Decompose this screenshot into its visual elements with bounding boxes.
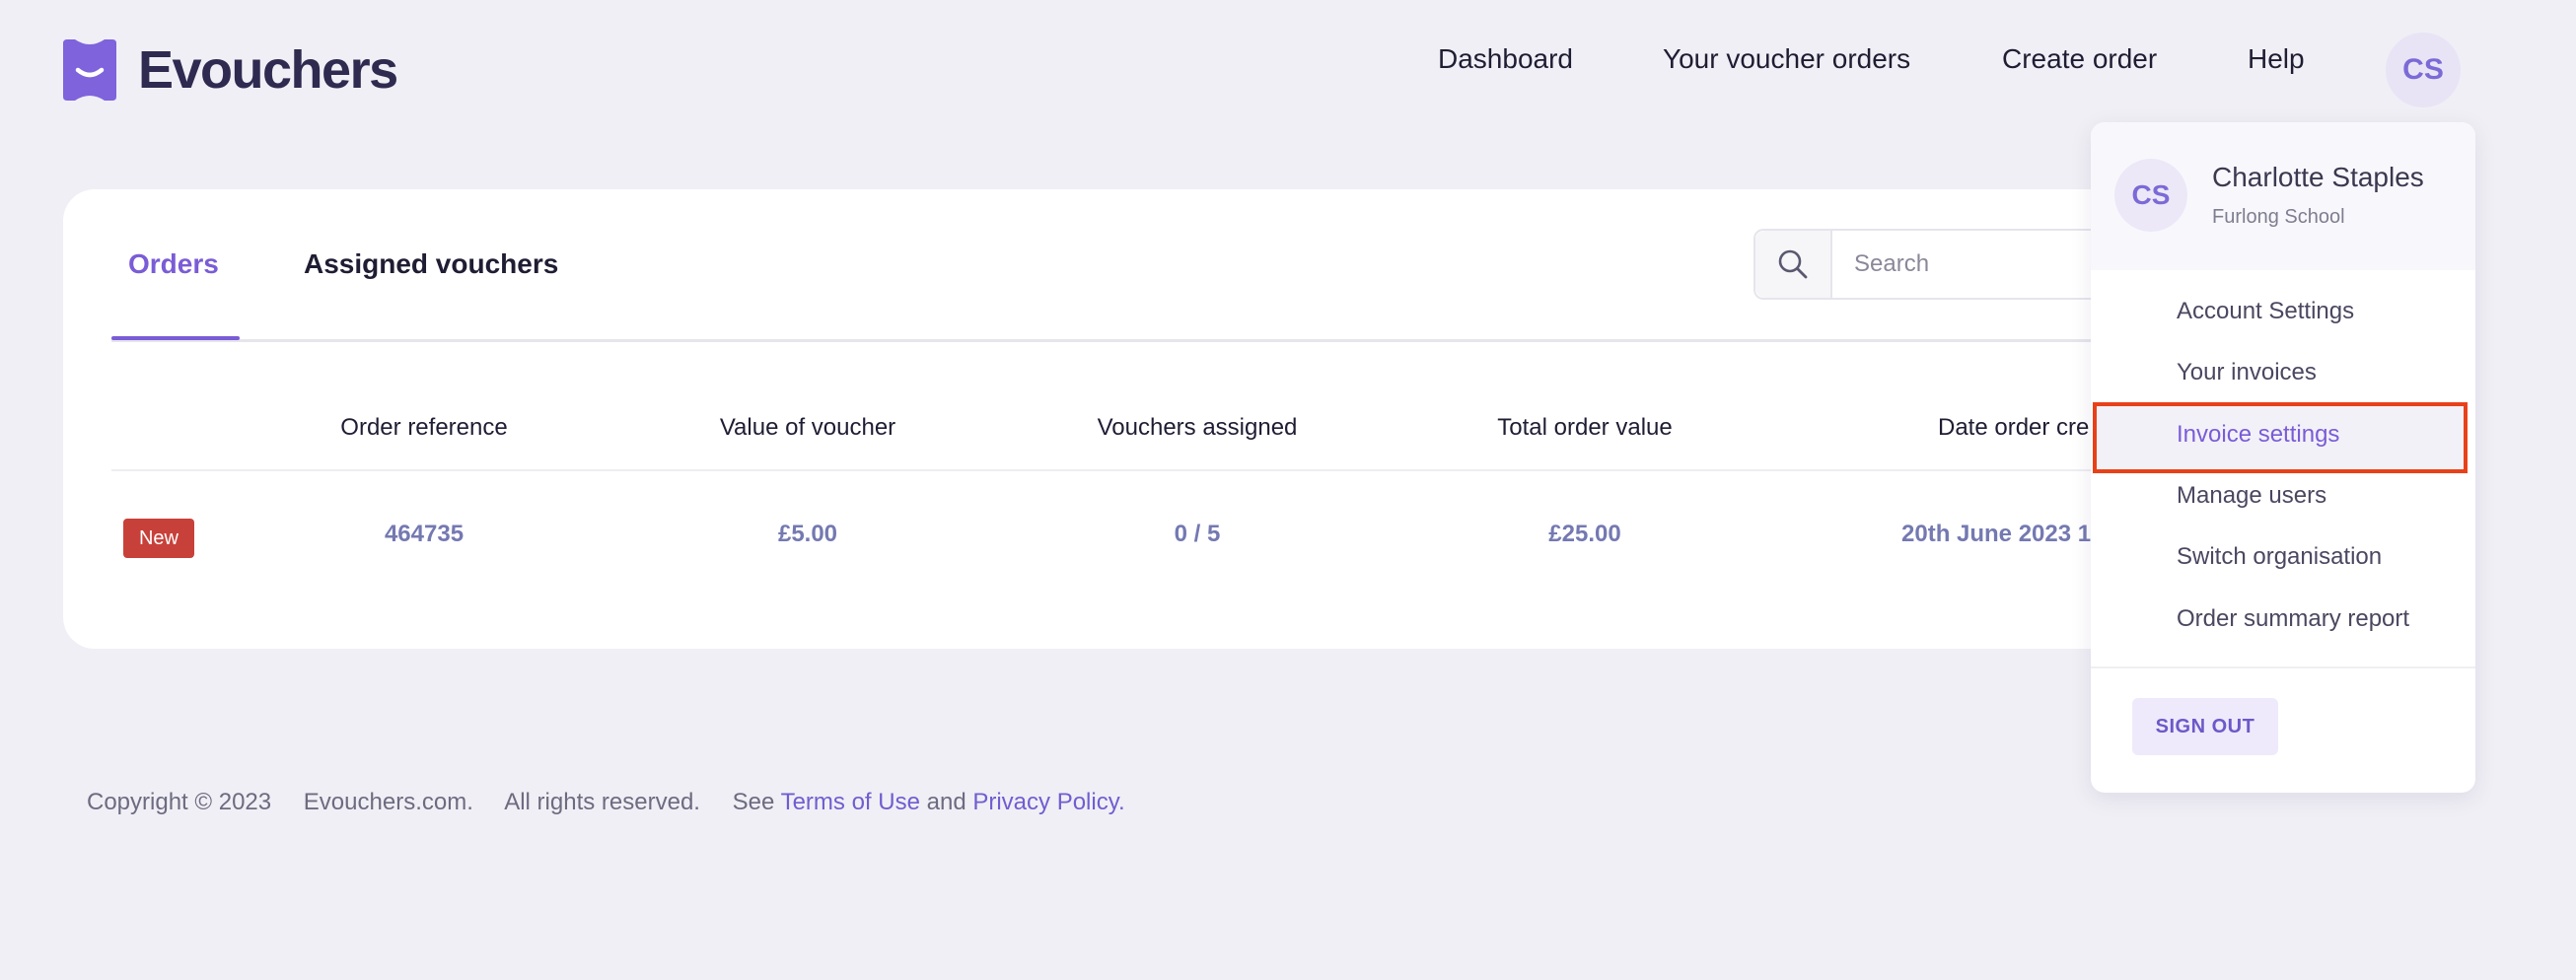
menu-user-header: CS Charlotte Staples Furlong School — [2091, 122, 2475, 270]
footer-site: Evouchers.com. — [303, 789, 473, 815]
user-organisation: Furlong School — [2212, 206, 2345, 228]
col-date-order-created: Date order cre — [1938, 414, 2090, 441]
table-header-divider — [111, 469, 2233, 471]
status-badge: New — [123, 519, 194, 558]
cell-voucher-value: £5.00 — [777, 521, 838, 547]
col-order-reference: Order reference — [340, 414, 508, 441]
cell-vouchers-assigned: 0 / 5 — [1174, 521, 1221, 547]
avatar: CS — [2114, 159, 2187, 232]
footer: Copyright © 2023 Evouchers.com. All righ… — [87, 789, 1125, 816]
footer-copyright: Copyright © 2023 — [87, 789, 272, 815]
menu-switch-organisation[interactable]: Switch organisation — [2177, 543, 2382, 571]
tabs-divider — [111, 339, 2233, 342]
footer-rights: All rights reserved. — [504, 789, 700, 815]
col-vouchers-assigned: Vouchers assigned — [1097, 414, 1298, 441]
menu-account-settings[interactable]: Account Settings — [2177, 298, 2354, 325]
header: Evouchers Dashboard Your voucher orders … — [0, 0, 2576, 138]
user-dropdown-menu: CS Charlotte Staples Furlong School Acco… — [2091, 122, 2475, 793]
brand-name: Evouchers — [138, 40, 398, 100]
tab-orders[interactable]: Orders — [128, 248, 219, 280]
footer-period: . — [1117, 789, 1125, 815]
privacy-link[interactable]: Privacy Policy — [972, 789, 1118, 815]
brand-logo[interactable]: Evouchers — [63, 39, 398, 101]
search-button[interactable] — [1755, 231, 1832, 298]
footer-see: See — [732, 789, 775, 815]
active-tab-indicator — [111, 336, 240, 340]
nav-voucher-orders[interactable]: Your voucher orders — [1663, 43, 1910, 75]
orders-card: Orders Assigned vouchers Order reference… — [63, 189, 2233, 649]
user-name: Charlotte Staples — [2212, 162, 2424, 192]
cell-order-reference[interactable]: 464735 — [385, 521, 464, 548]
logo-icon — [63, 39, 116, 101]
menu-your-invoices[interactable]: Your invoices — [2177, 359, 2317, 386]
terms-link[interactable]: Terms of Use — [781, 789, 920, 815]
menu-manage-users[interactable]: Manage users — [2177, 482, 2326, 510]
tab-assigned-vouchers[interactable]: Assigned vouchers — [304, 248, 558, 280]
nav-help[interactable]: Help — [2248, 43, 2305, 75]
col-voucher-value: Value of voucher — [719, 414, 896, 441]
menu-order-summary-report[interactable]: Order summary report — [2177, 605, 2409, 633]
menu-invoice-settings[interactable]: Invoice settings — [2177, 421, 2339, 449]
col-total-order-value: Total order value — [1497, 414, 1673, 441]
footer-and: and — [926, 789, 966, 815]
nav-create-order[interactable]: Create order — [2002, 43, 2157, 75]
cell-total-order-value: £25.00 — [1548, 521, 1621, 547]
sign-out-button[interactable]: SIGN OUT — [2132, 698, 2278, 755]
menu-divider — [2091, 666, 2475, 668]
user-avatar-button[interactable]: CS — [2386, 33, 2461, 107]
app-root: Evouchers Dashboard Your voucher orders … — [0, 0, 2576, 980]
nav-dashboard[interactable]: Dashboard — [1438, 43, 1573, 75]
search-icon — [1778, 249, 1808, 279]
